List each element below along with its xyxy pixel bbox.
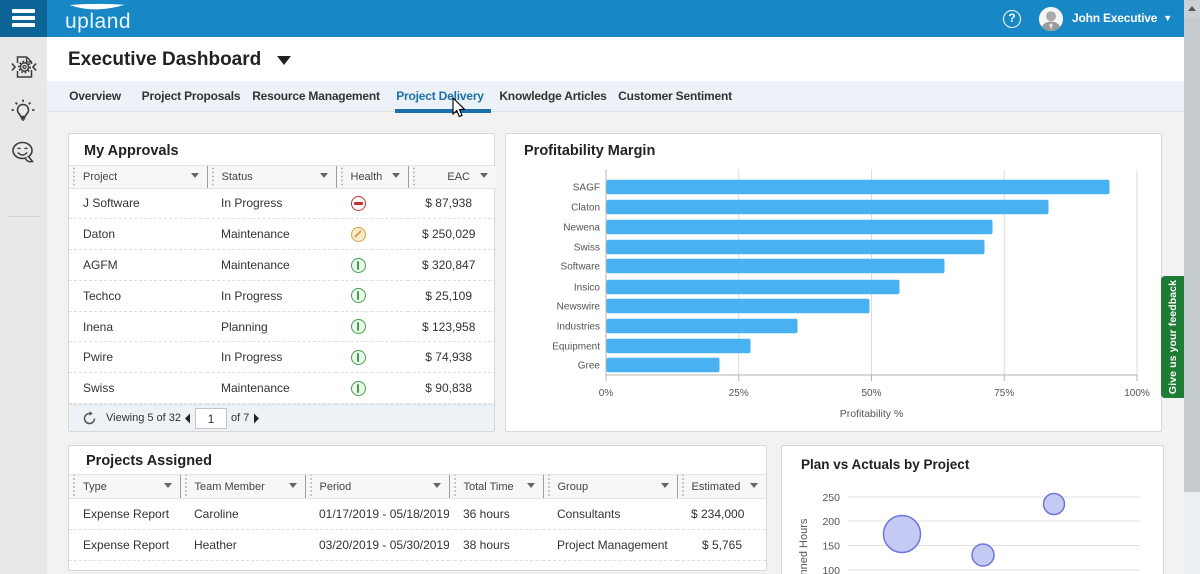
svg-text:150: 150 (822, 541, 840, 553)
svg-text:Software: Software (561, 262, 601, 273)
svg-text:SAGF: SAGF (573, 183, 600, 194)
svg-text:Planned Hours: Planned Hours (798, 518, 810, 574)
svg-text:25%: 25% (729, 388, 749, 399)
svg-text:250: 250 (822, 492, 840, 504)
svg-text:Industries: Industries (557, 322, 600, 333)
svg-text:Claton: Claton (571, 203, 600, 214)
svg-text:50%: 50% (861, 388, 881, 399)
svg-text:Newswire: Newswire (557, 302, 601, 313)
svg-text:Newena: Newena (563, 223, 600, 234)
svg-text:Insico: Insico (574, 283, 601, 294)
svg-text:Swiss: Swiss (574, 243, 600, 254)
svg-text:Profitability %: Profitability % (840, 408, 904, 420)
svg-text:Equipment: Equipment (552, 342, 600, 353)
svg-text:100%: 100% (1124, 388, 1150, 399)
svg-text:200: 200 (822, 516, 840, 528)
svg-text:75%: 75% (994, 388, 1014, 399)
svg-text:Gree: Gree (578, 361, 601, 372)
svg-text:100: 100 (822, 565, 840, 574)
svg-text:0%: 0% (599, 388, 614, 399)
svg-text:upland: upland (65, 10, 131, 33)
